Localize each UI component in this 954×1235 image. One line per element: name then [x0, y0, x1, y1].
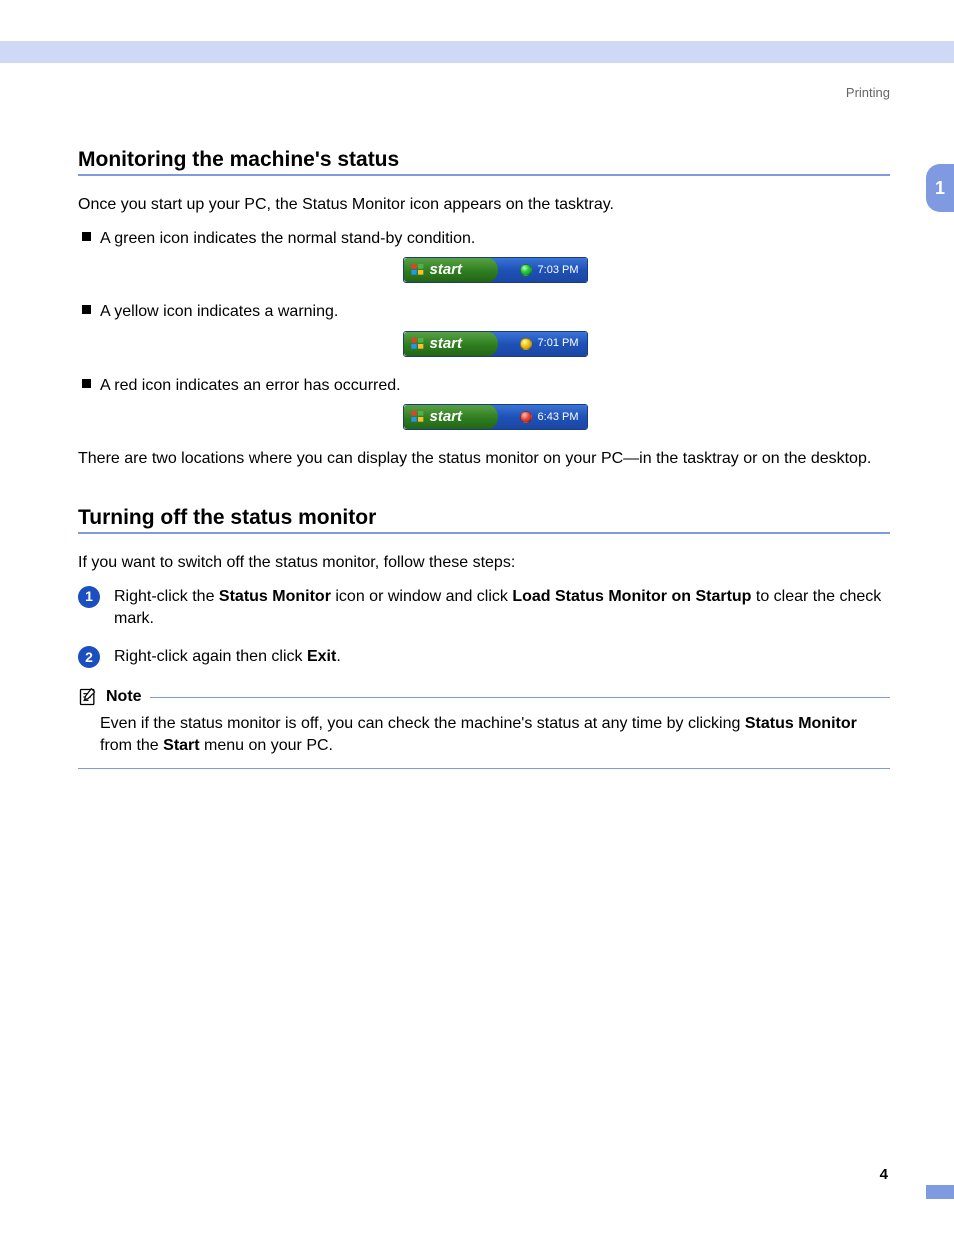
t: Right-click again then click [114, 648, 307, 665]
taskbar-figure-red: start 6:43 PM [100, 404, 890, 430]
taskbar: start 7:03 PM [403, 257, 588, 283]
system-tray: 7:03 PM [490, 258, 587, 282]
heading-rule [78, 532, 890, 534]
note-end-rule [78, 768, 890, 769]
note-header: Note [78, 687, 890, 707]
start-label: start [430, 334, 463, 354]
t: Start [163, 737, 199, 754]
windows-flag-icon [410, 336, 426, 352]
step-2: 2 Right-click again then click Exit. [78, 646, 890, 668]
bullet-text: A yellow icon indicates a warning. [100, 303, 338, 320]
status-bullet-list: A green icon indicates the normal stand-… [78, 228, 890, 431]
section1-outro: There are two locations where you can di… [78, 448, 890, 470]
square-bullet-icon [82, 232, 91, 241]
bullet-text: A green icon indicates the normal stand-… [100, 230, 475, 247]
taskbar: start 7:01 PM [403, 331, 588, 357]
t: Exit [307, 648, 336, 665]
status-icon-red [520, 411, 532, 423]
note-rule [150, 697, 890, 698]
start-button: start [404, 258, 490, 282]
footer-stripe [926, 1185, 954, 1199]
system-tray: 6:43 PM [490, 405, 587, 429]
square-bullet-icon [82, 305, 91, 314]
taskbar-figure-green: start 7:03 PM [100, 257, 890, 283]
bullet-text: A red icon indicates an error has occurr… [100, 377, 401, 394]
windows-flag-icon [410, 262, 426, 278]
section1-intro: Once you start up your PC, the Status Mo… [78, 194, 890, 216]
page-number: 4 [880, 1166, 888, 1183]
chapter-side-tab: 1 [926, 164, 954, 212]
taskbar-figure-yellow: start 7:01 PM [100, 331, 890, 357]
system-tray: 7:01 PM [490, 332, 587, 356]
bullet-green: A green icon indicates the normal stand-… [78, 228, 890, 284]
tray-time: 7:01 PM [538, 336, 579, 351]
square-bullet-icon [82, 379, 91, 388]
page-content: Printing Monitoring the machine's status… [78, 85, 890, 769]
windows-flag-icon [410, 409, 426, 425]
t: icon or window and click [331, 588, 512, 605]
bullet-yellow: A yellow icon indicates a warning. start… [78, 301, 890, 357]
t: Load Status Monitor on Startup [512, 588, 751, 605]
section-heading-turning-off: Turning off the status monitor [78, 506, 890, 530]
bullet-red: A red icon indicates an error has occurr… [78, 375, 890, 431]
step-number-badge: 1 [78, 586, 100, 608]
step-text: Right-click the Status Monitor icon or w… [114, 588, 881, 627]
step-1: 1 Right-click the Status Monitor icon or… [78, 586, 890, 631]
section-heading-monitoring: Monitoring the machine's status [78, 148, 890, 172]
running-header: Printing [78, 85, 890, 100]
status-icon-yellow [520, 338, 532, 350]
step-number-badge: 2 [78, 646, 100, 668]
t: Status Monitor [745, 715, 857, 732]
t: from the [100, 737, 163, 754]
chapter-number: 1 [935, 178, 945, 199]
note-pencil-icon [78, 687, 98, 707]
section2-intro: If you want to switch off the status mon… [78, 552, 890, 574]
start-button: start [404, 405, 490, 429]
start-button: start [404, 332, 490, 356]
step-text: Right-click again then click Exit. [114, 648, 341, 665]
steps-list: 1 Right-click the Status Monitor icon or… [78, 586, 890, 669]
note-label: Note [106, 688, 142, 706]
note-body: Even if the status monitor is off, you c… [78, 707, 890, 768]
top-band [0, 41, 954, 63]
tray-time: 6:43 PM [538, 410, 579, 425]
start-label: start [430, 407, 463, 427]
t: Even if the status monitor is off, you c… [100, 715, 745, 732]
t: Right-click the [114, 588, 219, 605]
taskbar: start 6:43 PM [403, 404, 588, 430]
tray-time: 7:03 PM [538, 263, 579, 278]
status-icon-green [520, 264, 532, 276]
t: menu on your PC. [200, 737, 333, 754]
start-label: start [430, 260, 463, 280]
t: . [336, 648, 340, 665]
heading-rule [78, 174, 890, 176]
t: Status Monitor [219, 588, 331, 605]
